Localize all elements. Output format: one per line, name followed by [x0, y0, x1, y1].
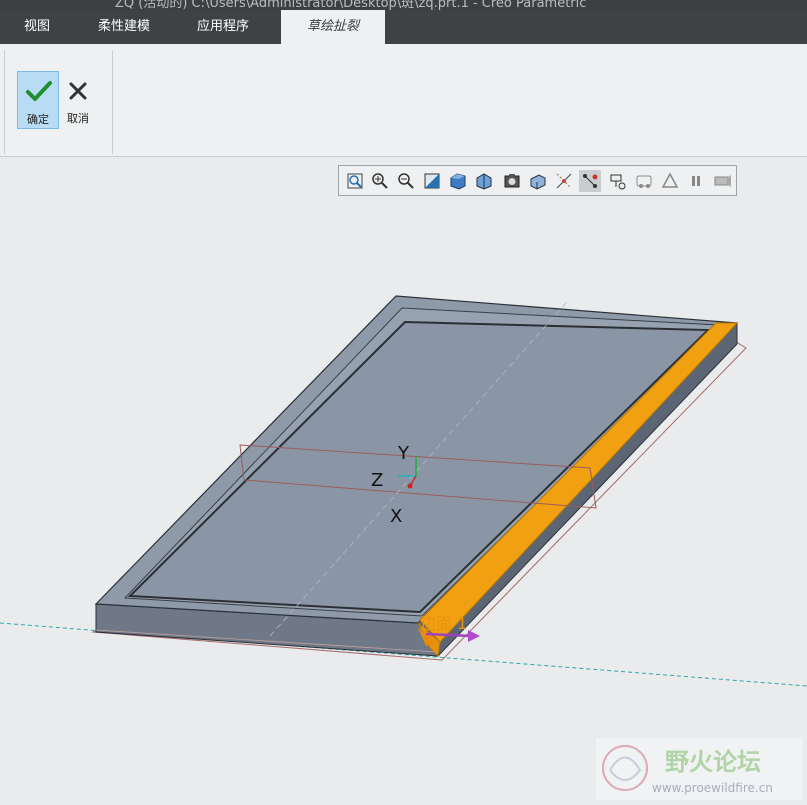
cancel-button[interactable]: 取消 [57, 71, 99, 129]
refit-icon[interactable] [344, 170, 366, 192]
zoom-in-icon[interactable] [369, 170, 391, 192]
saved-orientations-icon[interactable] [473, 170, 495, 192]
ribbon-divider [4, 50, 5, 154]
window-title: ZQ (活动的) C:\Users\Administrator\Desktop\… [115, 0, 587, 10]
section-icon[interactable] [527, 170, 549, 192]
tab-flexible-modeling[interactable]: 柔性建模 [80, 10, 168, 44]
watermark: 野火论坛 www.proewildfire.cn [596, 738, 802, 800]
named-views-icon[interactable] [501, 170, 523, 192]
zoom-out-icon[interactable] [395, 170, 417, 192]
pause-icon[interactable] [685, 170, 707, 192]
edge-label: 边面 1 [420, 614, 467, 633]
spin-center-icon[interactable] [579, 170, 601, 192]
perspective-icon[interactable] [659, 170, 681, 192]
watermark-url: www.proewildfire.cn [652, 781, 773, 795]
animation-icon[interactable] [711, 170, 733, 192]
tab-view[interactable]: 视图 [8, 10, 66, 44]
cancel-label: 取消 [67, 112, 89, 125]
axis-x-label: X [390, 506, 402, 527]
inner-pocket [127, 320, 711, 614]
axis-z-label: Z [371, 470, 383, 491]
checkmark-icon [26, 81, 52, 101]
annotation-display-icon[interactable] [607, 170, 629, 192]
display-style-icon[interactable] [447, 170, 469, 192]
ok-button[interactable]: 确定 [17, 71, 59, 129]
ribbon-divider [112, 50, 113, 154]
tab-sketch-rip[interactable]: 草绘扯裂 [281, 10, 385, 44]
model-scene: Y Z X 边面 1 野火论坛 www.proewildfire.cn [0, 295, 807, 800]
origin-point [407, 483, 413, 489]
graphics-window[interactable]: Y Z X 边面 1 野火论坛 www.proewildfire.cn [0, 157, 807, 805]
appearance-icon[interactable] [633, 170, 655, 192]
arrow-head-icon[interactable] [468, 630, 480, 642]
ok-label: 确定 [27, 113, 49, 126]
axis-y-label: Y [397, 443, 410, 464]
title-bar: ZQ (活动的) C:\Users\Administrator\Desktop\… [0, 0, 807, 10]
tab-applications[interactable]: 应用程序 [180, 10, 266, 44]
datum-display-icon[interactable] [553, 170, 575, 192]
repaint-icon[interactable] [421, 170, 443, 192]
ribbon: 确定 取消 [0, 44, 807, 157]
close-icon [69, 82, 87, 100]
ribbon-tab-bar: 视图 柔性建模 应用程序 草绘扯裂 [0, 10, 807, 44]
view-toolbar [338, 165, 737, 196]
watermark-name: 野火论坛 [665, 748, 761, 776]
